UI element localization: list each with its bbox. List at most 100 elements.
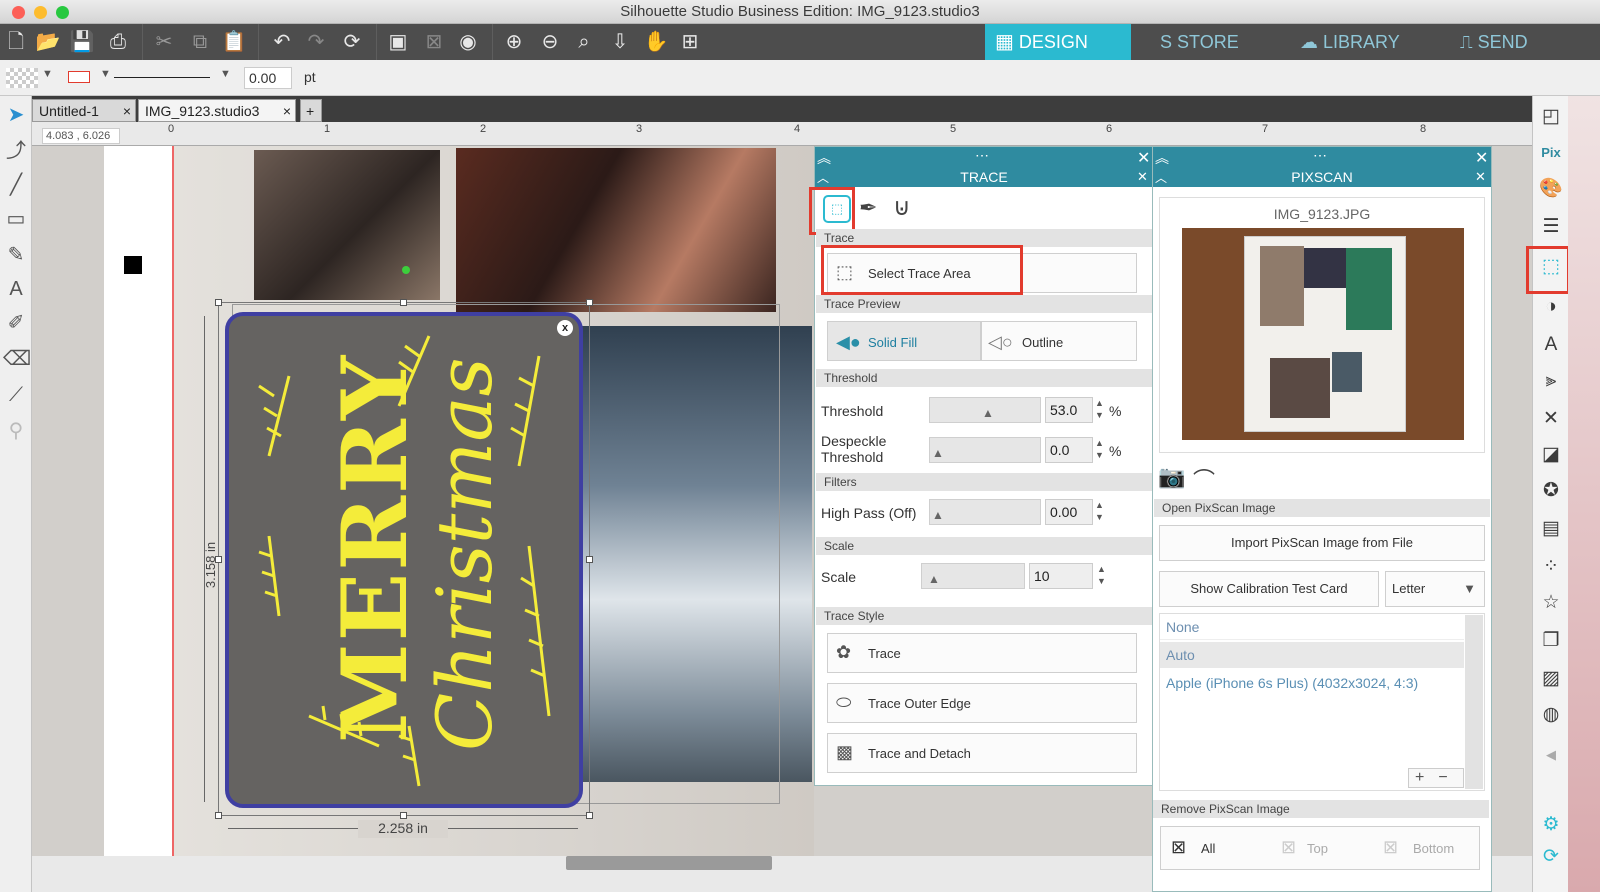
pencil-tool-icon[interactable]: ✎ xyxy=(3,242,29,268)
rotate-handle[interactable] xyxy=(402,266,410,274)
resize-handle[interactable] xyxy=(215,299,222,306)
camera-option-auto[interactable]: Auto xyxy=(1160,642,1464,668)
remove-top-button[interactable]: Top xyxy=(1307,841,1328,856)
tab-img-9123[interactable]: IMG_9123.studio3 × xyxy=(138,99,296,122)
rhinestone-icon[interactable]: ⁘ xyxy=(1538,554,1564,580)
library-tab[interactable]: ☁ LIBRARY xyxy=(1290,24,1440,60)
cut-icon[interactable]: ✂ xyxy=(150,28,178,56)
add-page-icon[interactable]: ⊞ xyxy=(676,28,704,56)
minimize-window-button[interactable] xyxy=(34,6,47,19)
release-compound-icon[interactable]: ◉ xyxy=(454,28,482,56)
library-icon[interactable]: ▤ xyxy=(1538,516,1564,542)
globe-icon[interactable]: ◍ xyxy=(1538,702,1564,728)
close-tab-icon[interactable]: × xyxy=(123,100,131,122)
close-window-button[interactable] xyxy=(12,6,25,19)
line-style-preview[interactable] xyxy=(114,77,210,78)
select-tool-icon[interactable]: ➤ xyxy=(3,102,29,128)
ungroup-icon[interactable]: ⊠ xyxy=(420,28,448,56)
fit-to-page-icon[interactable]: ⇩ xyxy=(606,28,634,56)
high-pass-input[interactable]: 0.00 xyxy=(1045,499,1093,525)
resize-handle[interactable] xyxy=(400,812,407,819)
pan-hand-icon[interactable]: ✋ xyxy=(642,28,670,56)
remove-bottom-icon[interactable]: ⊠ xyxy=(1383,837,1398,858)
trace-button[interactable]: ✿ Trace xyxy=(827,633,1137,673)
group-icon[interactable]: ▣ xyxy=(384,28,412,56)
redraw-icon[interactable]: ⟳ xyxy=(338,28,366,56)
paper-size-select[interactable]: Letter ▼ xyxy=(1385,571,1485,607)
line-color-dropdown-icon[interactable]: ▼ xyxy=(100,68,111,80)
import-pixscan-button[interactable]: Import PixScan Image from File xyxy=(1159,525,1485,561)
fill-palette-icon[interactable]: 🎨 xyxy=(1538,176,1564,202)
show-calibration-button[interactable]: Show Calibration Test Card xyxy=(1159,571,1379,607)
undo-icon[interactable]: ↶ xyxy=(268,28,296,56)
replicate-icon[interactable]: ◪ xyxy=(1538,442,1564,468)
remove-all-button[interactable]: All xyxy=(1201,841,1215,856)
remove-all-icon[interactable]: ⊠ xyxy=(1171,837,1186,858)
text-tool-icon[interactable]: A xyxy=(3,276,29,302)
line-width-input[interactable]: 0.00 xyxy=(244,67,292,89)
sketch-tool-icon[interactable]: ✐ xyxy=(3,310,29,336)
paste-icon[interactable]: 📋 xyxy=(220,28,248,56)
close-tab-icon[interactable]: × xyxy=(283,100,291,122)
align-icon[interactable]: ⫸ xyxy=(1538,368,1564,394)
collapse-up-icon[interactable]: ︽ xyxy=(817,148,831,168)
new-file-icon[interactable]: 🗋 xyxy=(2,28,30,56)
pix-icon[interactable]: Pix xyxy=(1538,140,1564,166)
close-panel-icon[interactable]: ✕ xyxy=(1475,169,1486,185)
redo-icon[interactable]: ↷ xyxy=(302,28,330,56)
high-pass-slider[interactable]: ▲ xyxy=(929,499,1041,525)
scale-stepper[interactable]: ▲ ▼ xyxy=(1097,563,1106,587)
close-panel-icon[interactable]: ✕ xyxy=(1137,148,1150,168)
collapse-up-icon[interactable]: ︽ xyxy=(1155,148,1169,168)
outline-button[interactable]: ◁○ Outline xyxy=(981,321,1137,361)
design-tab[interactable]: ▦ DESIGN xyxy=(985,24,1131,60)
slider-thumb[interactable]: ▲ xyxy=(932,446,944,460)
star-icon[interactable]: ☆ xyxy=(1538,590,1564,616)
contrast-icon[interactable]: ◑ xyxy=(1538,294,1564,320)
resize-handle[interactable] xyxy=(586,556,593,563)
zoom-out-icon[interactable]: ⊖ xyxy=(536,28,564,56)
zoom-in-icon[interactable]: ⊕ xyxy=(500,28,528,56)
fill-dropdown-icon[interactable]: ▼ xyxy=(42,68,53,80)
list-scrollbar[interactable] xyxy=(1465,615,1483,789)
settings-gear-icon[interactable]: ⚙ xyxy=(1538,812,1564,838)
threshold-slider[interactable]: ▲ xyxy=(929,397,1041,423)
list-add-remove-buttons[interactable]: +− xyxy=(1408,768,1464,788)
slider-thumb[interactable]: ▲ xyxy=(932,508,944,522)
scale-slider[interactable]: ▲ xyxy=(921,563,1025,589)
text-style-icon[interactable]: A xyxy=(1538,332,1564,358)
transform-icon[interactable]: ✕ xyxy=(1538,406,1564,432)
resize-handle[interactable] xyxy=(400,299,407,306)
hatch-icon[interactable]: ▨ xyxy=(1538,666,1564,692)
rectangle-tool-icon[interactable]: ▭ xyxy=(3,206,29,232)
save-icon[interactable]: 💾 xyxy=(68,28,96,56)
resize-handle[interactable] xyxy=(586,812,593,819)
sync-icon[interactable]: ⟳ xyxy=(1538,844,1564,870)
line-style-dropdown-icon[interactable]: ▼ xyxy=(220,68,231,80)
threshold-input[interactable]: 53.0 xyxy=(1045,397,1093,423)
close-panel-icon[interactable]: ✕ xyxy=(1137,169,1148,185)
selected-artwork[interactable]: MERRY Christmas x xyxy=(225,312,583,808)
add-tab-button[interactable]: + xyxy=(300,99,322,122)
knife-tool-icon[interactable]: ⟋ xyxy=(3,382,29,408)
line-color-swatch[interactable] xyxy=(68,71,90,83)
remove-bottom-button[interactable]: Bottom xyxy=(1413,841,1454,856)
line-style-icon[interactable]: ☰ xyxy=(1538,214,1564,240)
point-edit-tool-icon[interactable]: ⤴ xyxy=(3,138,29,164)
drag-handle-icon[interactable]: ⋯ xyxy=(1313,147,1327,164)
slider-thumb[interactable]: ▲ xyxy=(928,572,940,586)
eyedropper-icon[interactable]: ✒ xyxy=(859,195,877,221)
copy-icon[interactable]: ⧉ xyxy=(186,28,214,56)
send-tab[interactable]: ⎍ SEND xyxy=(1450,24,1600,60)
delete-object-icon[interactable]: x xyxy=(557,320,573,336)
page-setup-icon[interactable]: ◰ xyxy=(1538,104,1564,130)
trace-and-detach-button[interactable]: ▩ Trace and Detach xyxy=(827,733,1137,773)
scanner-icon[interactable]: ⌒ xyxy=(1193,463,1215,495)
resize-handle[interactable] xyxy=(215,812,222,819)
solid-fill-button[interactable]: ◀● Solid Fill xyxy=(827,321,981,361)
fill-pattern-swatch[interactable] xyxy=(6,68,38,88)
resize-handle[interactable] xyxy=(586,299,593,306)
zoom-selection-icon[interactable]: ⌕ xyxy=(570,28,598,56)
scale-input[interactable]: 10 xyxy=(1029,563,1093,589)
magnet-icon[interactable]: ⊍ xyxy=(893,193,911,222)
